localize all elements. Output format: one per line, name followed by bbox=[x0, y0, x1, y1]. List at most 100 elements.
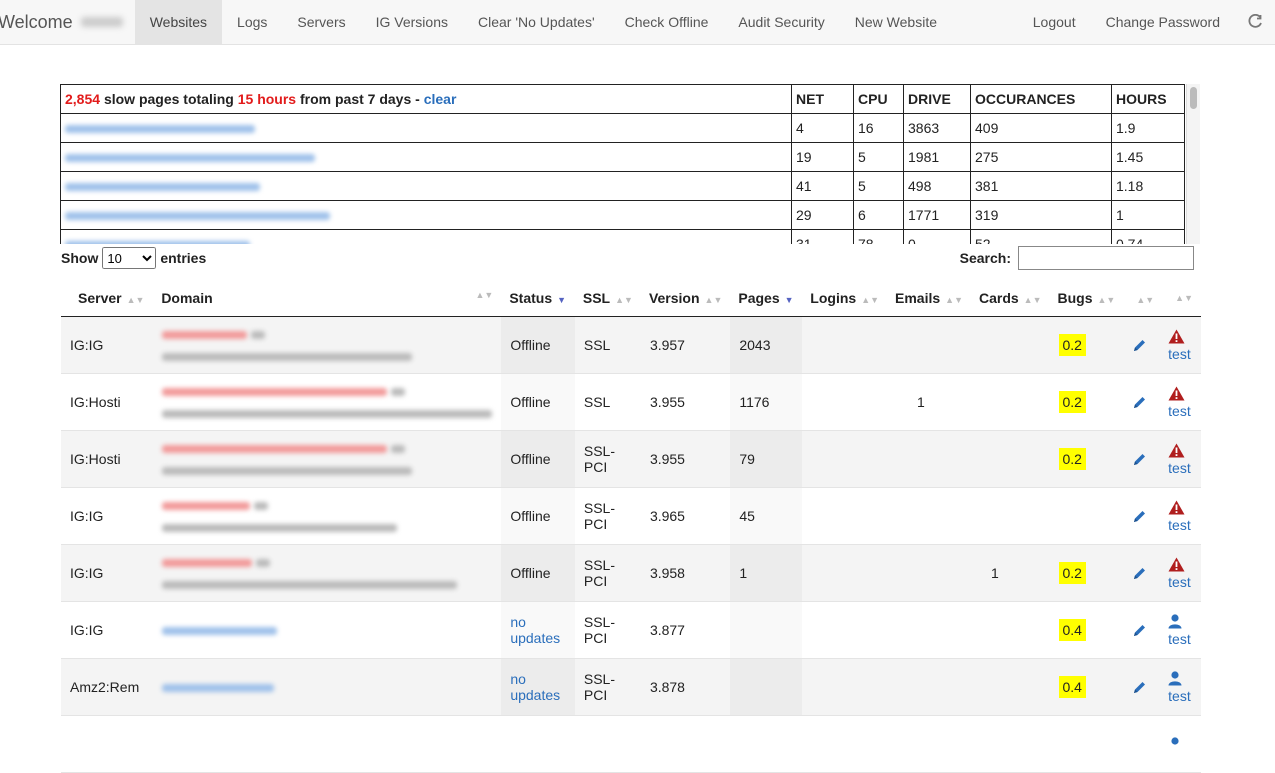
status-link[interactable]: no updates bbox=[510, 671, 560, 703]
slow-pages-table: 2,854 slow pages totaling 15 hours from … bbox=[60, 84, 1185, 244]
domain-link-redacted[interactable] bbox=[162, 684, 275, 693]
refresh-icon[interactable] bbox=[1235, 14, 1275, 30]
test-link[interactable]: test bbox=[1168, 403, 1192, 419]
cell-server: IG:IG bbox=[61, 487, 154, 545]
search-input[interactable] bbox=[1018, 246, 1194, 270]
websites-table: Server ▲▼ Domain ▲▼ Status ▼ SSL ▲▼ Version ▲… bbox=[61, 280, 1201, 773]
col-status[interactable]: Status ▼ bbox=[501, 280, 575, 317]
pencil-icon[interactable] bbox=[1132, 623, 1147, 638]
bugs-badge: 0.4 bbox=[1058, 676, 1086, 698]
domain-link-redacted[interactable] bbox=[162, 388, 388, 397]
test-link[interactable]: test bbox=[1168, 346, 1192, 362]
nav-change-password[interactable]: Change Password bbox=[1091, 0, 1235, 44]
slow-net: 31 bbox=[791, 229, 854, 244]
col-version[interactable]: Version ▲▼ bbox=[640, 280, 731, 317]
pencil-icon[interactable] bbox=[1132, 452, 1147, 467]
col-status-label: Status bbox=[509, 290, 553, 306]
cell-ssl: SSL-PCI bbox=[574, 487, 641, 545]
pencil-icon[interactable] bbox=[1132, 338, 1147, 353]
cell-status: Offline bbox=[501, 430, 575, 488]
nav-servers[interactable]: Servers bbox=[282, 0, 360, 44]
slow-url-redacted[interactable] bbox=[60, 229, 792, 244]
sort-icon: ▲▼ bbox=[475, 290, 494, 300]
cell-pages bbox=[730, 601, 803, 659]
nav-ig-versions[interactable]: IG Versions bbox=[361, 0, 463, 44]
slow-scrollbar[interactable] bbox=[1186, 84, 1200, 244]
test-link[interactable]: test bbox=[1168, 631, 1192, 647]
col-pages[interactable]: Pages ▼ bbox=[730, 280, 803, 317]
col-server[interactable]: Server ▲▼ bbox=[61, 280, 154, 317]
slow-url-redacted[interactable] bbox=[60, 171, 792, 201]
col-ssl-label: SSL bbox=[582, 290, 611, 306]
cell-pages: 45 bbox=[730, 487, 803, 545]
slow-url-redacted[interactable] bbox=[60, 200, 792, 230]
col-emails-label: Emails bbox=[895, 290, 941, 306]
status-text: Offline bbox=[510, 337, 551, 353]
col-cards-label: Cards bbox=[978, 290, 1019, 306]
cell-domain bbox=[153, 316, 502, 374]
col-bugs[interactable]: Bugs ▲▼ bbox=[1049, 280, 1124, 317]
bugs-badge: 0.2 bbox=[1058, 562, 1086, 584]
col-bugs-label: Bugs bbox=[1057, 290, 1093, 306]
pencil-icon[interactable] bbox=[1132, 680, 1147, 695]
pencil-icon[interactable] bbox=[1132, 509, 1147, 524]
slow-net: 4 bbox=[791, 113, 854, 143]
nav-audit-security[interactable]: Audit Security bbox=[723, 0, 839, 44]
cell-bugs: 0.4 bbox=[1049, 658, 1124, 716]
navbar: Welcome Websites Logs Servers IG Version… bbox=[0, 0, 1275, 45]
cell-domain bbox=[153, 430, 502, 488]
table-row: IG:Hosti Offline SSL 3.955 1176 1 0.2 te… bbox=[61, 373, 1201, 431]
cell-ssl: SSL bbox=[574, 316, 641, 374]
slow-url-redacted[interactable] bbox=[60, 113, 792, 143]
col-ssl[interactable]: SSL ▲▼ bbox=[574, 280, 641, 317]
cell-version: 3.965 bbox=[640, 487, 731, 545]
test-link[interactable]: test bbox=[1168, 574, 1192, 590]
search-label: Search: bbox=[959, 250, 1011, 266]
test-link[interactable]: test bbox=[1168, 688, 1192, 704]
cell-pages bbox=[730, 658, 803, 716]
sort-icon: ▲▼ bbox=[1175, 293, 1193, 303]
nav-logout[interactable]: Logout bbox=[1018, 0, 1091, 44]
test-link[interactable]: test bbox=[1168, 517, 1192, 533]
cell-alert: test bbox=[1162, 601, 1201, 659]
pencil-icon[interactable] bbox=[1132, 395, 1147, 410]
cell-ssl: SSL-PCI bbox=[574, 430, 641, 488]
entries-select[interactable]: 10 bbox=[102, 247, 157, 269]
cell-version: 3.957 bbox=[640, 316, 731, 374]
cell-logins bbox=[802, 544, 888, 602]
col-edit[interactable]: ▲▼ bbox=[1123, 280, 1163, 317]
domain-link-redacted[interactable] bbox=[162, 445, 388, 454]
nav-logs[interactable]: Logs bbox=[222, 0, 282, 44]
slow-summary: 2,854 slow pages totaling 15 hours from … bbox=[60, 84, 792, 114]
test-link[interactable]: test bbox=[1168, 460, 1192, 476]
cell-logins bbox=[802, 430, 888, 488]
domain-path-redacted bbox=[162, 467, 413, 476]
nav-new-website[interactable]: New Website bbox=[840, 0, 952, 44]
nav-websites[interactable]: Websites bbox=[134, 0, 223, 44]
scroll-thumb[interactable] bbox=[1190, 87, 1197, 109]
nav-clear-no-updates[interactable]: Clear 'No Updates' bbox=[463, 0, 610, 44]
slow-url-redacted[interactable] bbox=[60, 142, 792, 172]
col-domain[interactable]: Domain ▲▼ bbox=[153, 280, 502, 317]
cell-server: IG:Hosti bbox=[61, 373, 154, 431]
slow-header-net: NET bbox=[791, 84, 854, 114]
domain-link-redacted[interactable] bbox=[162, 502, 251, 511]
bugs-badge: 0.2 bbox=[1058, 448, 1086, 470]
col-alert[interactable]: ▲▼ bbox=[1162, 280, 1201, 317]
col-emails[interactable]: Emails ▲▼ bbox=[887, 280, 971, 317]
domain-link-redacted[interactable] bbox=[162, 331, 248, 340]
col-cards[interactable]: Cards ▲▼ bbox=[970, 280, 1050, 317]
slow-clear-link[interactable]: clear bbox=[424, 91, 457, 107]
domain-path-redacted bbox=[162, 581, 458, 590]
domain-link-redacted[interactable] bbox=[162, 627, 278, 636]
nav-check-offline[interactable]: Check Offline bbox=[610, 0, 724, 44]
slow-cpu: 16 bbox=[853, 113, 904, 143]
slow-net: 41 bbox=[791, 171, 854, 201]
pencil-icon[interactable] bbox=[1132, 566, 1147, 581]
status-link[interactable]: no updates bbox=[510, 614, 560, 646]
table-row: IG:IG no updates SSL-PCI 3.877 0.4 test bbox=[61, 601, 1201, 659]
col-logins[interactable]: Logins ▲▼ bbox=[802, 280, 888, 317]
slow-occ: 409 bbox=[970, 113, 1112, 143]
warning-icon bbox=[1168, 329, 1185, 344]
domain-link-redacted[interactable] bbox=[162, 559, 253, 568]
